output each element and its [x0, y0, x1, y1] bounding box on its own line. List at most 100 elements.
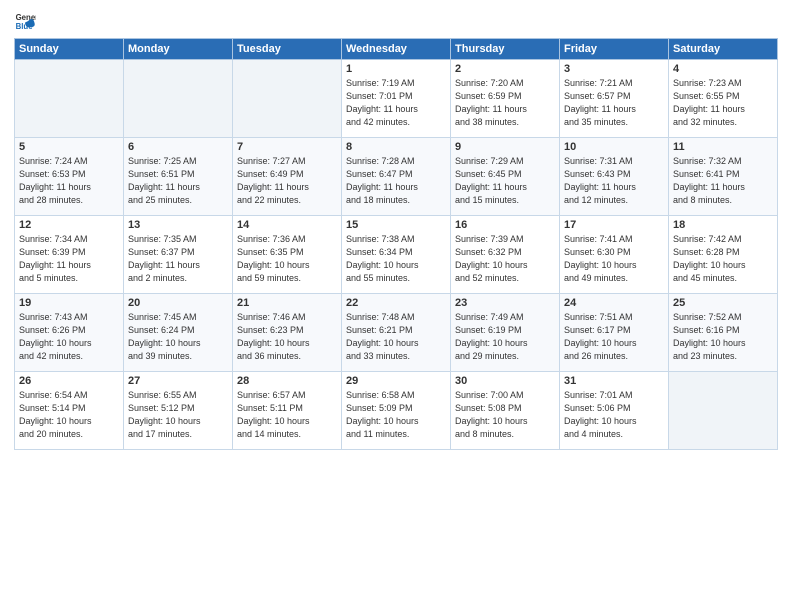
day-number: 25	[673, 297, 773, 309]
day-info: Sunrise: 7:43 AM Sunset: 6:26 PM Dayligh…	[19, 311, 119, 363]
calendar-week-4: 19 Sunrise: 7:43 AM Sunset: 6:26 PM Dayli…	[15, 294, 778, 372]
day-info: Sunrise: 6:58 AM Sunset: 5:09 PM Dayligh…	[346, 389, 446, 441]
calendar-cell: 17Sunrise: 7:41 AM Sunset: 6:30 PM Dayli…	[560, 216, 669, 294]
day-number: 20	[128, 297, 228, 309]
day-number: 24	[564, 297, 664, 309]
day-info: Sunrise: 7:51 AM Sunset: 6:17 PM Dayligh…	[564, 311, 664, 363]
calendar-cell: 16 Sunrise: 7:39 AM Sunset: 6:32 PM Dayli…	[451, 216, 560, 294]
calendar-cell: 9 Sunrise: 7:29 AM Sunset: 6:45 PM Daylig…	[451, 138, 560, 216]
calendar-cell: 7 Sunrise: 7:27 AM Sunset: 6:49 PM Daylig…	[233, 138, 342, 216]
day-number: 21	[237, 297, 337, 309]
day-number: 10	[564, 141, 664, 153]
day-number: 14	[237, 219, 337, 231]
calendar-week-1: 1 Sunrise: 7:19 AM Sunset: 7:01 PM Daylig…	[15, 60, 778, 138]
weekday-header-friday: Friday	[560, 39, 669, 60]
day-info: Sunrise: 7:34 AM Sunset: 6:39 PM Dayligh…	[19, 233, 119, 285]
day-number: 7	[237, 141, 337, 153]
day-info: Sunrise: 7:28 AM Sunset: 6:47 PM Dayligh…	[346, 155, 446, 207]
calendar-cell	[124, 60, 233, 138]
calendar-cell	[15, 60, 124, 138]
day-number: 23	[455, 297, 555, 309]
calendar-cell: 25 Sunrise: 7:52 AM Sunset: 6:16 PM Dayli…	[669, 294, 778, 372]
calendar-cell: 12Sunrise: 7:34 AM Sunset: 6:39 PM Dayli…	[15, 216, 124, 294]
calendar-cell: 11 Sunrise: 7:32 AM Sunset: 6:41 PM Dayli…	[669, 138, 778, 216]
day-info: Sunrise: 7:41 AM Sunset: 6:30 PM Dayligh…	[564, 233, 664, 285]
day-info: Sunrise: 7:39 AM Sunset: 6:32 PM Dayligh…	[455, 233, 555, 285]
day-number: 22	[346, 297, 446, 309]
day-info: Sunrise: 6:57 AM Sunset: 5:11 PM Dayligh…	[237, 389, 337, 441]
day-info: Sunrise: 7:36 AM Sunset: 6:35 PM Dayligh…	[237, 233, 337, 285]
calendar-week-3: 12Sunrise: 7:34 AM Sunset: 6:39 PM Dayli…	[15, 216, 778, 294]
day-number: 4	[673, 63, 773, 75]
calendar-cell: 29Sunrise: 6:58 AM Sunset: 5:09 PM Dayli…	[342, 372, 451, 450]
day-number: 27	[128, 375, 228, 387]
calendar-cell: 20 Sunrise: 7:45 AM Sunset: 6:24 PM Dayli…	[124, 294, 233, 372]
calendar-cell: 8 Sunrise: 7:28 AM Sunset: 6:47 PM Daylig…	[342, 138, 451, 216]
calendar-cell: 5 Sunrise: 7:24 AM Sunset: 6:53 PM Daylig…	[15, 138, 124, 216]
day-info: Sunrise: 7:25 AM Sunset: 6:51 PM Dayligh…	[128, 155, 228, 207]
calendar-week-2: 5 Sunrise: 7:24 AM Sunset: 6:53 PM Daylig…	[15, 138, 778, 216]
calendar-cell: 14 Sunrise: 7:36 AM Sunset: 6:35 PM Dayli…	[233, 216, 342, 294]
calendar-cell: 23 Sunrise: 7:49 AM Sunset: 6:19 PM Dayli…	[451, 294, 560, 372]
weekday-header-sunday: Sunday	[15, 39, 124, 60]
weekday-header-row: SundayMondayTuesdayWednesdayThursdayFrid…	[15, 39, 778, 60]
calendar-cell: 18Sunrise: 7:42 AM Sunset: 6:28 PM Dayli…	[669, 216, 778, 294]
weekday-header-monday: Monday	[124, 39, 233, 60]
day-number: 19	[19, 297, 119, 309]
calendar-cell: 3 Sunrise: 7:21 AM Sunset: 6:57 PM Daylig…	[560, 60, 669, 138]
day-number: 5	[19, 141, 119, 153]
calendar-cell: 6 Sunrise: 7:25 AM Sunset: 6:51 PM Daylig…	[124, 138, 233, 216]
calendar-cell: 4 Sunrise: 7:23 AM Sunset: 6:55 PM Daylig…	[669, 60, 778, 138]
day-info: Sunrise: 7:46 AM Sunset: 6:23 PM Dayligh…	[237, 311, 337, 363]
day-info: Sunrise: 6:55 AM Sunset: 5:12 PM Dayligh…	[128, 389, 228, 441]
day-number: 9	[455, 141, 555, 153]
day-number: 18	[673, 219, 773, 231]
weekday-header-wednesday: Wednesday	[342, 39, 451, 60]
day-number: 26	[19, 375, 119, 387]
page-container: General Blue SundayMondayTuesdayWednesda…	[0, 0, 792, 612]
calendar-cell: 31 Sunrise: 7:01 AM Sunset: 5:06 PM Dayli…	[560, 372, 669, 450]
day-info: Sunrise: 7:19 AM Sunset: 7:01 PM Dayligh…	[346, 77, 446, 129]
weekday-header-thursday: Thursday	[451, 39, 560, 60]
day-number: 31	[564, 375, 664, 387]
day-info: Sunrise: 7:20 AM Sunset: 6:59 PM Dayligh…	[455, 77, 555, 129]
day-info: Sunrise: 7:35 AM Sunset: 6:37 PM Dayligh…	[128, 233, 228, 285]
calendar-table: SundayMondayTuesdayWednesdayThursdayFrid…	[14, 38, 778, 450]
day-info: Sunrise: 7:45 AM Sunset: 6:24 PM Dayligh…	[128, 311, 228, 363]
calendar-cell: 19 Sunrise: 7:43 AM Sunset: 6:26 PM Dayli…	[15, 294, 124, 372]
day-info: Sunrise: 7:01 AM Sunset: 5:06 PM Dayligh…	[564, 389, 664, 441]
calendar-cell: 24 Sunrise: 7:51 AM Sunset: 6:17 PM Dayli…	[560, 294, 669, 372]
day-info: Sunrise: 7:23 AM Sunset: 6:55 PM Dayligh…	[673, 77, 773, 129]
day-number: 8	[346, 141, 446, 153]
day-number: 3	[564, 63, 664, 75]
svg-text:Blue: Blue	[16, 22, 34, 31]
calendar-cell: 1 Sunrise: 7:19 AM Sunset: 7:01 PM Daylig…	[342, 60, 451, 138]
day-info: Sunrise: 7:27 AM Sunset: 6:49 PM Dayligh…	[237, 155, 337, 207]
calendar-cell: 13 Sunrise: 7:35 AM Sunset: 6:37 PM Dayli…	[124, 216, 233, 294]
calendar-cell	[233, 60, 342, 138]
day-info: Sunrise: 7:49 AM Sunset: 6:19 PM Dayligh…	[455, 311, 555, 363]
day-info: Sunrise: 7:31 AM Sunset: 6:43 PM Dayligh…	[564, 155, 664, 207]
weekday-header-saturday: Saturday	[669, 39, 778, 60]
calendar-cell: 10 Sunrise: 7:31 AM Sunset: 6:43 PM Dayli…	[560, 138, 669, 216]
day-number: 6	[128, 141, 228, 153]
day-number: 13	[128, 219, 228, 231]
day-number: 16	[455, 219, 555, 231]
day-info: Sunrise: 7:32 AM Sunset: 6:41 PM Dayligh…	[673, 155, 773, 207]
calendar-cell: 21 Sunrise: 7:46 AM Sunset: 6:23 PM Dayli…	[233, 294, 342, 372]
day-number: 1	[346, 63, 446, 75]
day-number: 2	[455, 63, 555, 75]
calendar-cell: 15Sunrise: 7:38 AM Sunset: 6:34 PM Dayli…	[342, 216, 451, 294]
calendar-week-5: 26Sunrise: 6:54 AM Sunset: 5:14 PM Dayli…	[15, 372, 778, 450]
day-number: 30	[455, 375, 555, 387]
day-info: Sunrise: 7:52 AM Sunset: 6:16 PM Dayligh…	[673, 311, 773, 363]
day-info: Sunrise: 7:29 AM Sunset: 6:45 PM Dayligh…	[455, 155, 555, 207]
calendar-cell: 28Sunrise: 6:57 AM Sunset: 5:11 PM Dayli…	[233, 372, 342, 450]
calendar-cell: 22Sunrise: 7:48 AM Sunset: 6:21 PM Dayli…	[342, 294, 451, 372]
day-number: 15	[346, 219, 446, 231]
calendar-cell: 26Sunrise: 6:54 AM Sunset: 5:14 PM Dayli…	[15, 372, 124, 450]
day-info: Sunrise: 7:24 AM Sunset: 6:53 PM Dayligh…	[19, 155, 119, 207]
day-info: Sunrise: 7:00 AM Sunset: 5:08 PM Dayligh…	[455, 389, 555, 441]
day-info: Sunrise: 7:21 AM Sunset: 6:57 PM Dayligh…	[564, 77, 664, 129]
day-number: 11	[673, 141, 773, 153]
